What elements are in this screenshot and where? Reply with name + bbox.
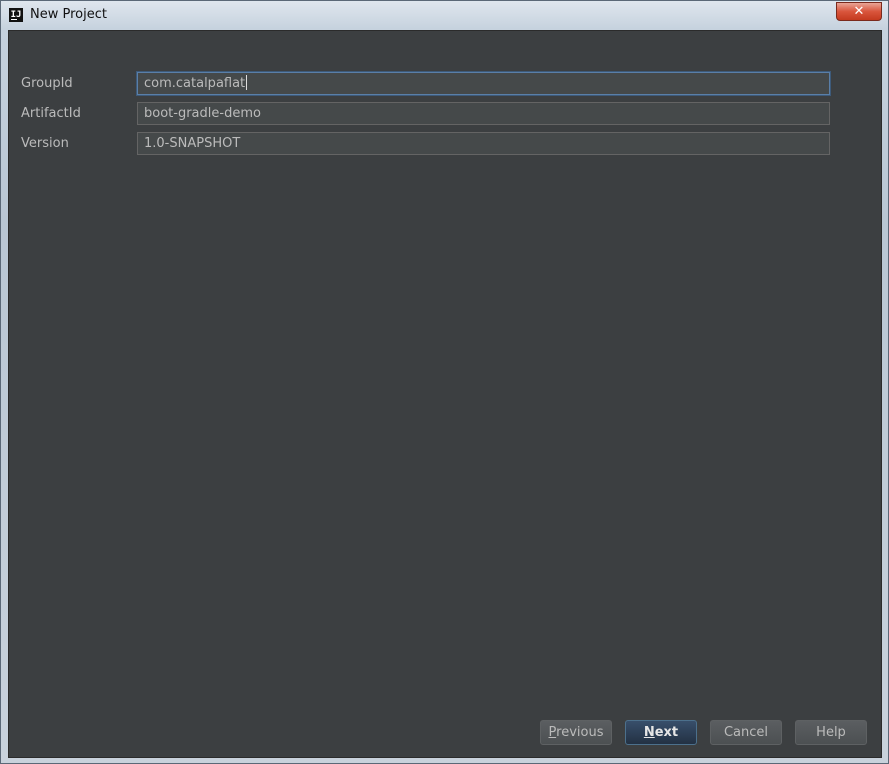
cancel-button[interactable]: Cancel — [710, 720, 782, 745]
title-bar[interactable]: IJ New Project ✕ — [1, 1, 888, 29]
previous-label: revious — [556, 725, 604, 740]
artifactid-value: boot-gradle-demo — [144, 106, 261, 121]
next-mnemonic: N — [643, 725, 655, 740]
groupid-label: GroupId — [21, 76, 73, 91]
version-label: Version — [21, 136, 69, 151]
close-icon: ✕ — [853, 4, 865, 19]
version-value: 1.0-SNAPSHOT — [144, 136, 241, 151]
previous-mnemonic: P — [548, 725, 557, 740]
help-button[interactable]: Help — [795, 720, 867, 745]
next-button[interactable]: Next — [625, 720, 697, 745]
groupid-value: com.catalpaflat — [144, 76, 246, 91]
previous-button[interactable]: Previous — [540, 720, 612, 745]
dialog-content-panel: GroupId com.catalpaflat ArtifactId boot-… — [8, 30, 882, 758]
new-project-dialog: IJ New Project ✕ GroupId com.catalpaflat… — [0, 0, 889, 764]
window-title: New Project — [30, 7, 107, 22]
text-caret — [246, 75, 248, 90]
version-field[interactable]: 1.0-SNAPSHOT — [137, 132, 830, 155]
close-button[interactable]: ✕ — [836, 2, 882, 21]
artifactid-label: ArtifactId — [21, 106, 81, 121]
artifactid-field[interactable]: boot-gradle-demo — [137, 102, 830, 125]
intellij-idea-icon: IJ — [9, 8, 23, 22]
groupid-field[interactable]: com.catalpaflat — [137, 72, 830, 95]
next-label: ext — [654, 725, 679, 740]
